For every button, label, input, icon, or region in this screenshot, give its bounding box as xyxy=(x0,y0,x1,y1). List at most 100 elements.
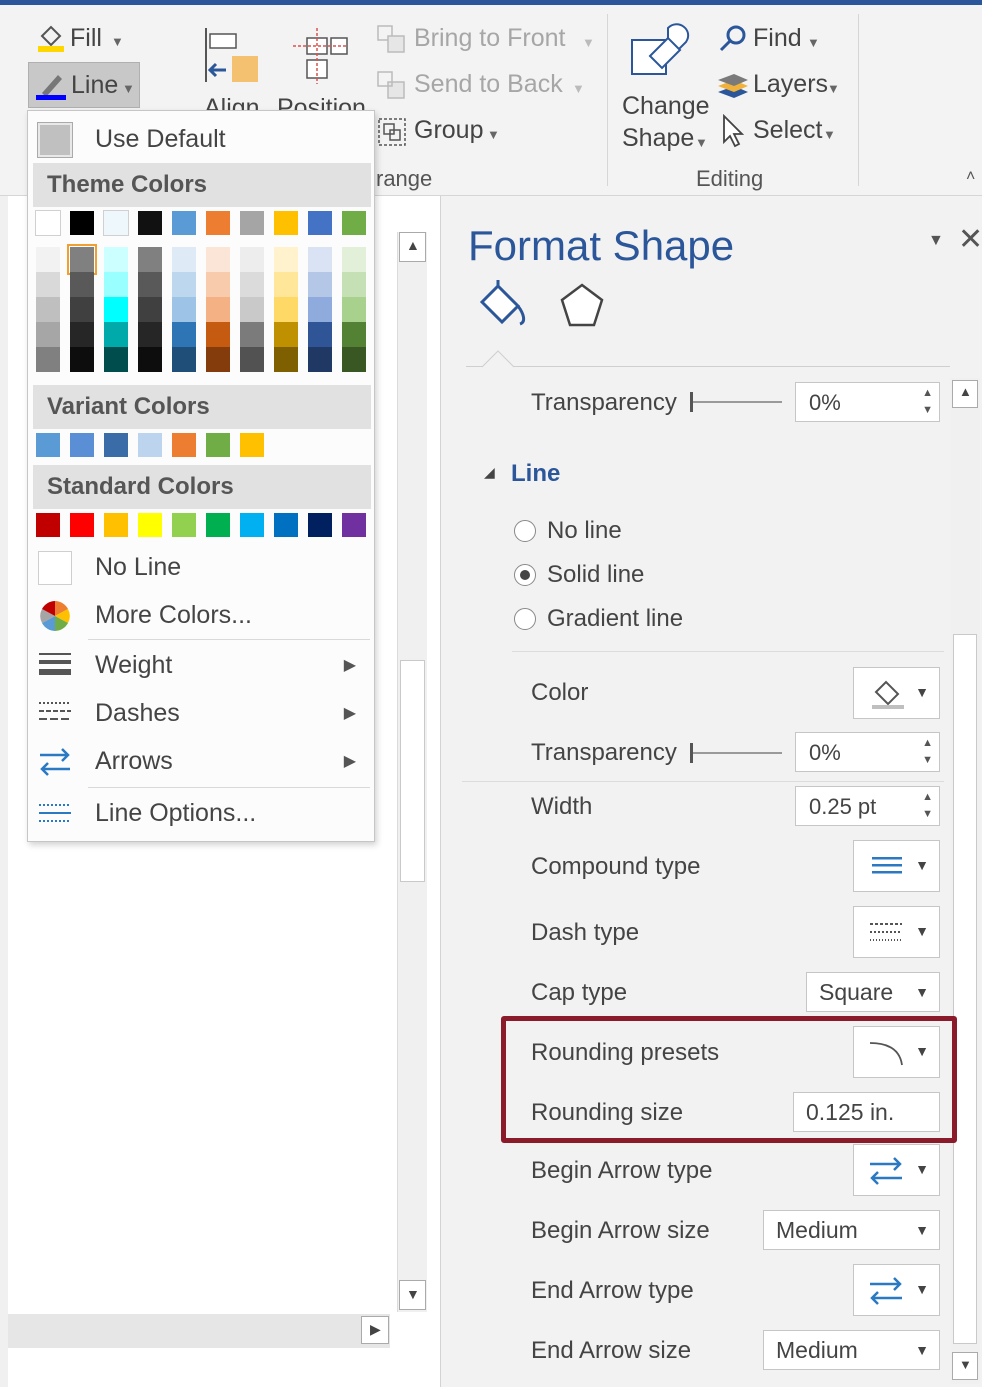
standard-color-swatch[interactable] xyxy=(240,513,264,537)
theme-shade-swatch[interactable] xyxy=(240,272,264,297)
spin-up-icon[interactable]: ▲ xyxy=(922,387,933,399)
spin-up-icon[interactable]: ▲ xyxy=(922,791,933,803)
theme-shade-swatch[interactable] xyxy=(240,322,264,347)
theme-shade-swatch[interactable] xyxy=(138,347,162,372)
theme-color-swatch[interactable] xyxy=(342,211,366,235)
pane-vertical-scrollbar[interactable]: ▲ ▼ xyxy=(950,378,980,1384)
theme-shade-swatch[interactable] xyxy=(342,272,366,297)
document-horizontal-scrollbar[interactable]: ▶ xyxy=(8,1314,390,1348)
theme-shade-swatch[interactable] xyxy=(138,322,162,347)
theme-color-swatch[interactable] xyxy=(103,210,129,236)
theme-shade-swatch[interactable] xyxy=(36,347,60,372)
fill-button[interactable]: Fill ▼ xyxy=(30,20,140,60)
cap-type-select[interactable]: Square ▼ xyxy=(806,972,940,1012)
theme-shade-swatch[interactable] xyxy=(206,272,230,297)
theme-shade-swatch[interactable] xyxy=(104,322,128,347)
standard-color-swatch[interactable] xyxy=(36,513,60,537)
theme-shade-swatch[interactable] xyxy=(36,247,60,272)
theme-shade-swatch[interactable] xyxy=(70,347,94,372)
theme-shade-swatch[interactable] xyxy=(308,347,332,372)
dash-type-button[interactable]: ▼ xyxy=(853,906,940,958)
variant-color-swatch[interactable] xyxy=(36,433,60,457)
theme-color-swatch[interactable] xyxy=(70,211,94,235)
weight-item[interactable]: Weight ▶ xyxy=(28,643,374,687)
group-button[interactable]: Group ▼ xyxy=(374,112,504,152)
theme-color-swatch[interactable] xyxy=(274,211,298,235)
collapse-ribbon-icon[interactable]: ˄ xyxy=(966,168,975,186)
spin-down-icon[interactable]: ▼ xyxy=(922,754,933,766)
bring-to-front-button[interactable]: Bring to Front ▼ xyxy=(374,20,595,60)
theme-shade-swatch[interactable] xyxy=(274,272,298,297)
theme-shade-swatch[interactable] xyxy=(308,297,332,322)
theme-shade-swatch[interactable] xyxy=(36,272,60,297)
no-line-item[interactable]: No Line xyxy=(28,545,374,589)
theme-shade-swatch[interactable] xyxy=(172,297,196,322)
theme-shade-swatch[interactable] xyxy=(342,297,366,322)
no-line-radio[interactable] xyxy=(514,520,536,542)
scroll-up-button[interactable]: ▲ xyxy=(952,380,978,408)
theme-shade-swatch[interactable] xyxy=(274,347,298,372)
standard-color-swatch[interactable] xyxy=(172,513,196,537)
width-input[interactable]: 0.25 pt ▲ ▼ xyxy=(795,786,940,826)
theme-color-swatch[interactable] xyxy=(172,211,196,235)
standard-color-swatch[interactable] xyxy=(274,513,298,537)
standard-color-swatch[interactable] xyxy=(104,513,128,537)
close-icon[interactable]: ✕ xyxy=(958,222,982,257)
fill-transparency-thumb[interactable] xyxy=(690,392,693,412)
theme-shade-swatch[interactable] xyxy=(138,297,162,322)
collapse-triangle-icon[interactable]: ◢ xyxy=(484,464,495,481)
compound-type-button[interactable]: ▼ xyxy=(853,840,940,892)
standard-color-swatch[interactable] xyxy=(342,513,366,537)
spin-up-icon[interactable]: ▲ xyxy=(922,737,933,749)
theme-shade-swatch[interactable] xyxy=(240,247,264,272)
theme-shade-swatch[interactable] xyxy=(240,297,264,322)
position-button[interactable]: Position xyxy=(275,20,367,122)
scroll-down-button[interactable]: ▼ xyxy=(952,1352,978,1380)
theme-shade-swatch[interactable] xyxy=(308,322,332,347)
theme-shade-swatch[interactable] xyxy=(172,322,196,347)
theme-shade-swatch[interactable] xyxy=(172,272,196,297)
theme-shade-swatch[interactable] xyxy=(206,322,230,347)
theme-color-swatch[interactable] xyxy=(206,211,230,235)
theme-shade-swatch[interactable] xyxy=(342,247,366,272)
theme-shade-swatch[interactable] xyxy=(172,247,196,272)
theme-shade-swatch[interactable] xyxy=(67,244,97,275)
theme-shade-swatch[interactable] xyxy=(104,297,128,322)
gradient-line-radio-label[interactable]: Gradient line xyxy=(547,605,683,633)
line-button[interactable]: Line ▼ xyxy=(28,62,140,108)
theme-color-swatch[interactable] xyxy=(240,211,264,235)
variant-color-swatch[interactable] xyxy=(206,433,230,457)
theme-shade-swatch[interactable] xyxy=(342,322,366,347)
select-button[interactable]: Select ▼ xyxy=(716,112,840,152)
begin-arrow-type-button[interactable]: ▼ xyxy=(853,1144,940,1196)
theme-shade-swatch[interactable] xyxy=(104,272,128,297)
pane-options-dropdown-icon[interactable]: ▼ xyxy=(928,232,944,250)
theme-color-swatch[interactable] xyxy=(308,211,332,235)
theme-shade-swatch[interactable] xyxy=(36,297,60,322)
theme-shade-swatch[interactable] xyxy=(104,247,128,272)
send-to-back-button[interactable]: Send to Back ▼ xyxy=(374,66,594,106)
find-button[interactable]: Find ▼ xyxy=(716,20,826,60)
theme-shade-swatch[interactable] xyxy=(274,322,298,347)
end-arrow-type-button[interactable]: ▼ xyxy=(853,1264,940,1316)
scroll-thumb[interactable] xyxy=(400,660,425,882)
fill-transparency-slider[interactable] xyxy=(690,401,782,403)
theme-shade-swatch[interactable] xyxy=(308,272,332,297)
theme-shade-swatch[interactable] xyxy=(172,347,196,372)
line-options-item[interactable]: Line Options... xyxy=(28,791,374,835)
arrows-item[interactable]: Arrows ▶ xyxy=(28,739,374,783)
theme-shade-swatch[interactable] xyxy=(206,347,230,372)
theme-shade-swatch[interactable] xyxy=(206,247,230,272)
change-shape-button[interactable]: Change Shape ▼ xyxy=(614,18,710,158)
line-section-header[interactable]: Line xyxy=(511,460,560,488)
standard-color-swatch[interactable] xyxy=(206,513,230,537)
pentagon-effects-tab-icon[interactable] xyxy=(558,282,606,330)
variant-color-swatch[interactable] xyxy=(138,433,162,457)
theme-shade-swatch[interactable] xyxy=(70,272,94,297)
transparency-input[interactable]: 0% ▲ ▼ xyxy=(795,732,940,772)
variant-color-swatch[interactable] xyxy=(240,433,264,457)
theme-color-swatch[interactable] xyxy=(138,211,162,235)
scroll-thumb[interactable] xyxy=(953,634,977,1344)
spin-down-icon[interactable]: ▼ xyxy=(922,808,933,820)
gradient-line-radio[interactable] xyxy=(514,608,536,630)
